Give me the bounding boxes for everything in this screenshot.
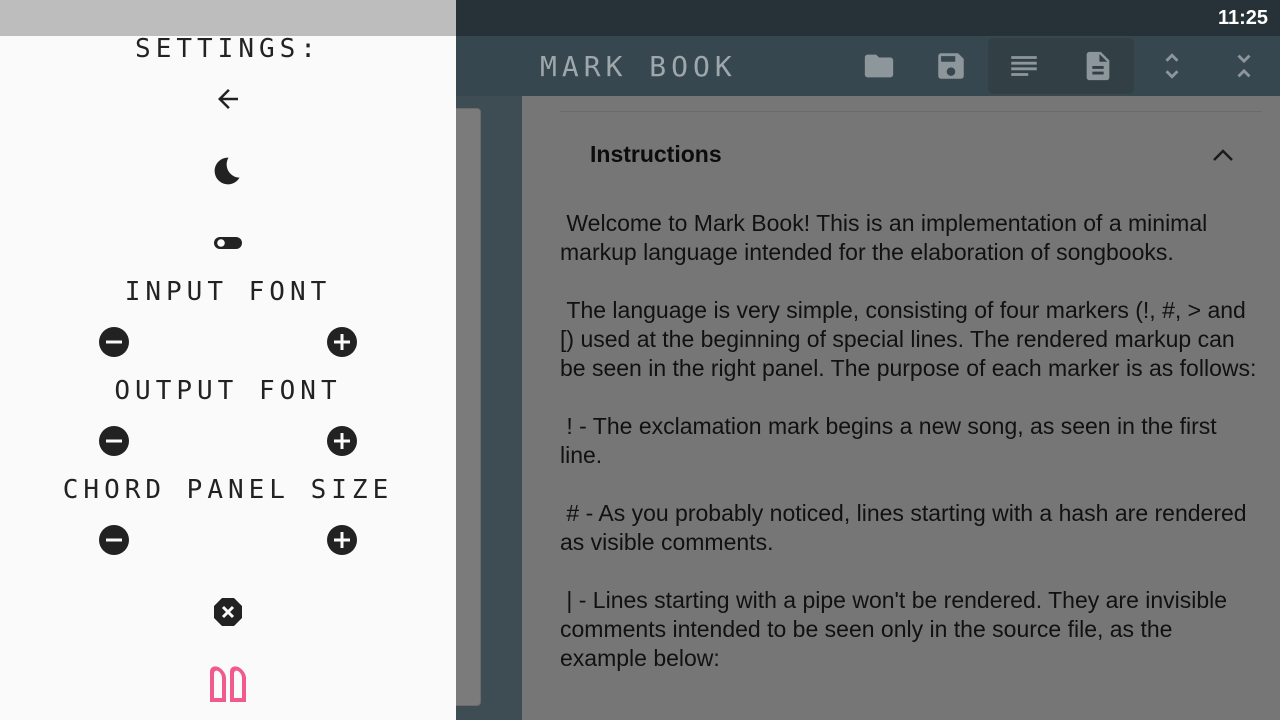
status-bar: 11:25 [456, 0, 1280, 36]
drawer-status-strip [0, 0, 456, 36]
unfold-less-icon [1237, 54, 1251, 78]
instructions-title[interactable]: Instructions [590, 141, 722, 168]
save-icon [938, 53, 964, 79]
moon-icon[interactable] [212, 155, 244, 187]
input-font-plus-icon[interactable] [326, 326, 358, 358]
document-icon [1086, 51, 1110, 81]
divider [560, 111, 1262, 112]
output-font-label: OUTPUT FONT [114, 376, 342, 406]
output-font-plus-icon[interactable] [326, 425, 358, 457]
lines-icon [1011, 56, 1037, 76]
collapse-button[interactable] [1208, 36, 1280, 96]
settings-drawer: SETTINGS: INPUT FONT OUTPUT FONT CHORD P… [0, 0, 456, 720]
chord-panel-label: CHORD PANEL SIZE [62, 475, 394, 505]
unfold-more-icon [1165, 53, 1179, 79]
output-font-minus-icon[interactable] [98, 425, 130, 457]
mark-book-logo-icon [210, 666, 246, 702]
toggle-icon[interactable] [212, 233, 244, 253]
source-panel [456, 96, 522, 720]
chord-panel-plus-icon[interactable] [326, 524, 358, 556]
input-font-label: INPUT FONT [124, 277, 332, 307]
instructions-body: Welcome to Mark Book! This is an impleme… [560, 210, 1257, 671]
source-view-button[interactable] [988, 36, 1060, 96]
folder-icon [864, 54, 894, 78]
input-font-minus-icon[interactable] [98, 326, 130, 358]
open-folder-button[interactable] [843, 36, 915, 96]
rendered-view-button[interactable] [1062, 36, 1134, 96]
rendered-panel: Instructions Welcome to Mark Book! This … [522, 96, 1280, 720]
app-bar: MARK BOOK [456, 36, 1280, 96]
save-button[interactable] [915, 36, 987, 96]
chord-panel-minus-icon[interactable] [98, 524, 130, 556]
close-octagon-icon[interactable] [212, 596, 244, 628]
arrow-back-icon[interactable] [213, 84, 243, 114]
expand-button[interactable] [1136, 36, 1208, 96]
source-editor[interactable] [456, 108, 481, 706]
chevron-up-icon[interactable] [1212, 148, 1234, 162]
app-title: MARK BOOK [540, 50, 737, 83]
status-clock: 11:25 [1217, 7, 1268, 29]
settings-title: SETTINGS: [135, 34, 321, 64]
